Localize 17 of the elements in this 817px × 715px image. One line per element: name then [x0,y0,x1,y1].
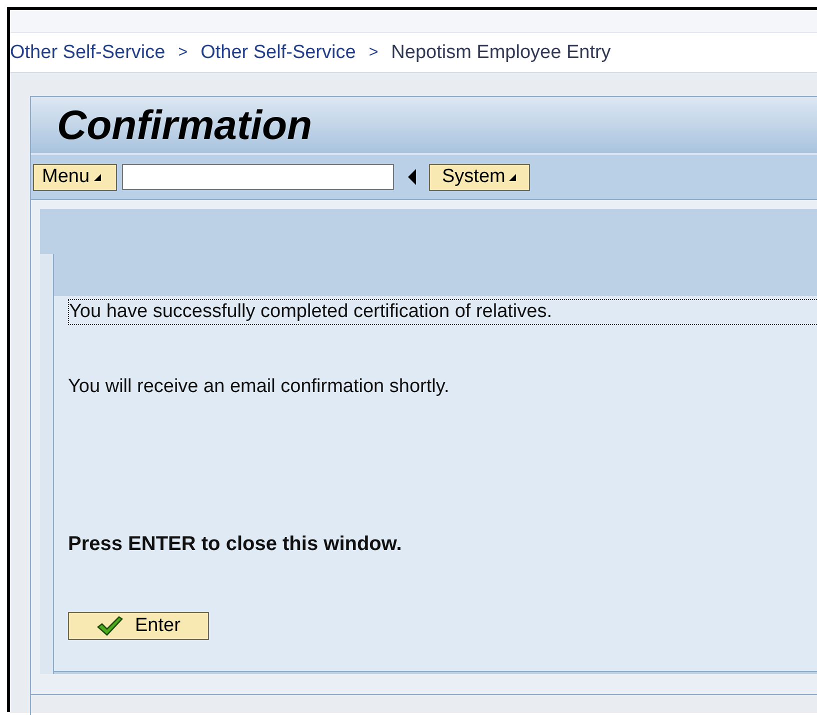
message-text: You have successfully completed certification of relatives. [69,301,552,323]
caret-icon [509,174,516,180]
page-title: Confirmation [57,102,312,148]
back-arrow-icon[interactable] [407,169,417,185]
command-field[interactable] [122,164,394,190]
menu-button[interactable]: Menu [33,164,117,190]
breadcrumb-link[interactable]: Other Self-Service [10,42,166,64]
breadcrumb-separator: > [178,44,188,62]
enter-button[interactable]: Enter [68,612,209,640]
breadcrumb-link[interactable]: Other Self-Service [200,42,356,64]
caret-icon [94,174,101,180]
instruction-text: Press ENTER to close this window. [68,533,402,556]
breadcrumb-current: Nepotism Employee Entry [391,42,611,64]
breadcrumb-separator: > [368,44,378,62]
message-text: You will receive an email confirmation shortly. [68,376,450,398]
checkmark-icon [97,616,123,636]
system-button[interactable]: System [429,164,530,190]
